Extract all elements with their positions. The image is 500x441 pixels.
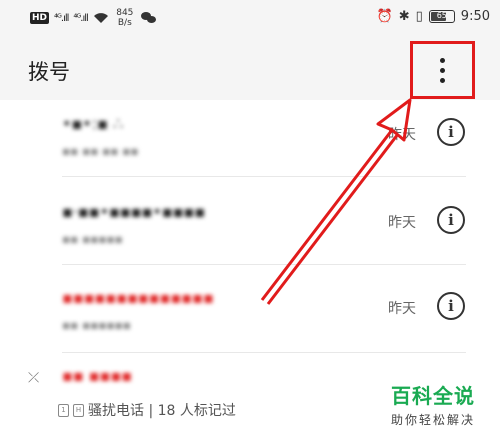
vibrate-icon: ▯: [415, 9, 423, 24]
call-time: 昨天: [388, 127, 416, 143]
call-subtitle: 1 H 骚扰电话 | 18 人标记过: [58, 400, 236, 420]
bluetooth-icon: ✱: [398, 9, 410, 24]
hd-call-icon: H: [73, 403, 84, 417]
divider: [62, 176, 466, 177]
call-subtitle: ▪▪ ▪▪▪▪▪: [62, 232, 123, 246]
more-vertical-icon: [440, 57, 445, 83]
call-time: 昨天: [388, 215, 416, 231]
info-icon[interactable]: i: [437, 292, 465, 320]
call-log-item-missed[interactable]: ▪▪▪▪▪▪▪▪▪▪▪▪▪▪ ▪▪ ▪▪▪▪▪▪ 昨天 i: [0, 274, 500, 360]
watermark-subtitle: 助你轻松解决: [390, 413, 475, 427]
spam-label: 骚扰电话 | 18 人标记过: [88, 403, 236, 419]
watermark-title: 百科全说: [391, 384, 475, 408]
call-name: ▪▪▪▪▪▪▪▪▪▪▪▪▪▪: [62, 288, 214, 307]
call-time: 昨天: [388, 301, 416, 317]
divider: [62, 264, 466, 265]
call-subtitle: ▪▪ ▪▪ ▪▪ ▪▪: [62, 144, 139, 158]
signal-icon-1: ⁴ᴳ.ıll: [54, 12, 69, 24]
call-log-item[interactable]: •▪•:▪ ∴ ▪▪ ▪▪ ▪▪ ▪▪ 昨天 i: [0, 100, 500, 186]
network-speed: 845 B/s: [114, 8, 136, 28]
battery-level: 65: [436, 11, 447, 20]
blocked-call-icon: ⤫: [28, 370, 40, 386]
call-name: ▪·▪▪•▪▪▪▪•▪▪▪▪: [62, 202, 206, 221]
clock: 9:50: [460, 9, 490, 24]
call-name: •▪•:▪ ∴: [62, 114, 124, 133]
alarm-icon: ⏰: [376, 9, 393, 24]
page-title: 拨号: [28, 60, 70, 84]
divider: [62, 352, 466, 353]
battery-icon: 65: [428, 10, 455, 23]
info-icon[interactable]: i: [437, 118, 465, 146]
call-subtitle: ▪▪ ▪▪▪▪▪▪: [62, 318, 131, 332]
sim-icon: 1: [58, 403, 69, 417]
speed-value: 845: [116, 8, 134, 18]
more-options-button[interactable]: [410, 41, 475, 99]
signal-icon-2: ⁴ᴳ.ıll: [73, 12, 88, 24]
watermark-logo: 百科全说 助你轻松解决: [372, 380, 494, 428]
wifi-icon: [93, 9, 109, 28]
status-right: ⏰ ✱ ▯ 65 9:50: [377, 9, 490, 24]
info-icon[interactable]: i: [437, 206, 465, 234]
hd-badge: HD: [30, 12, 50, 24]
call-log-item[interactable]: ▪·▪▪•▪▪▪▪•▪▪▪▪ ▪▪ ▪▪▪▪▪ 昨天 i: [0, 188, 500, 274]
call-name: ▪▪ ▪▪▪▪: [62, 366, 133, 385]
status-left: HD ⁴ᴳ.ıll ⁴ᴳ.ıll 845 B/s: [30, 8, 157, 28]
status-bar: HD ⁴ᴳ.ıll ⁴ᴳ.ıll 845 B/s ⏰ ✱ ▯ 65 9:50: [0, 0, 500, 34]
wechat-icon: [140, 12, 157, 24]
speed-unit: B/s: [117, 18, 132, 28]
app-bar: 拨号: [0, 34, 500, 100]
